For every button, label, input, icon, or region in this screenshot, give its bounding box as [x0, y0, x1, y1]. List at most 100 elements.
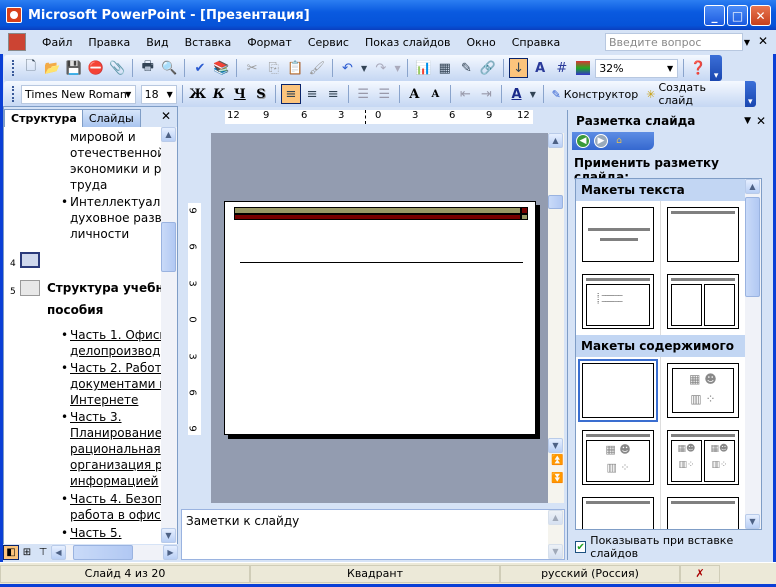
scroll-thumb[interactable]: [73, 544, 133, 560]
outline-link[interactable]: Интернете: [70, 392, 138, 408]
font-color-dropdown-icon[interactable]: ▼: [528, 84, 538, 104]
permission-icon[interactable]: ⛔: [86, 58, 106, 78]
document-close-icon[interactable]: ✕: [758, 34, 768, 48]
scroll-thumb[interactable]: [745, 197, 760, 297]
copy-icon[interactable]: ⎘: [264, 58, 284, 78]
align-left-icon[interactable]: ≡: [281, 84, 301, 104]
print-icon[interactable]: 🖶: [138, 58, 158, 78]
hyperlink-icon[interactable]: 🔗: [478, 58, 498, 78]
slide[interactable]: [224, 201, 536, 435]
outline-horizontal-scrollbar[interactable]: ◀ ▶: [51, 544, 178, 560]
notes-area[interactable]: Заметки к слайду ▲ ▼: [181, 509, 565, 560]
slide-icon[interactable]: [20, 280, 40, 296]
expand-all-icon[interactable]: ↓: [508, 58, 529, 78]
shadow-button[interactable]: S: [251, 84, 270, 104]
minimize-button[interactable]: _: [704, 5, 725, 26]
layout-title-content-3[interactable]: [667, 497, 739, 529]
new-slide-button[interactable]: ✳ Создать слайд: [643, 81, 742, 107]
outline-link[interactable]: Планирование,: [70, 425, 162, 441]
undo-dropdown-icon[interactable]: ▼: [359, 58, 369, 78]
spelling-status-icon[interactable]: ✗: [680, 564, 720, 583]
increase-font-icon[interactable]: A: [405, 84, 424, 104]
new-icon[interactable]: 🗋: [21, 58, 41, 78]
home-icon[interactable]: ⌂: [612, 134, 626, 148]
spelling-icon[interactable]: ✔: [190, 58, 210, 78]
scroll-down-icon[interactable]: ▼: [548, 544, 563, 559]
pane-close-icon[interactable]: ✕: [161, 109, 171, 123]
outline-text[interactable]: мировой и: [70, 129, 136, 145]
scroll-thumb[interactable]: [161, 222, 176, 272]
outline-link[interactable]: работа в офисе: [70, 507, 162, 523]
toolbar-options-icon[interactable]: ▾: [744, 81, 756, 107]
increase-indent-icon[interactable]: ⇥: [477, 84, 496, 104]
font-dropdown-icon[interactable]: ▼: [122, 86, 135, 103]
zoom-combo[interactable]: 32% ▼: [595, 58, 678, 78]
outline-text[interactable]: личности: [70, 226, 129, 242]
menu-file[interactable]: Файл: [34, 36, 80, 49]
scroll-up-icon[interactable]: ▲: [548, 133, 563, 148]
ask-dropdown-icon[interactable]: ▼: [741, 33, 753, 51]
tab-slides[interactable]: Слайды: [81, 109, 141, 127]
ask-question-input[interactable]: Введите вопрос: [605, 33, 743, 51]
menu-tools[interactable]: Сервис: [300, 36, 357, 49]
outline-link[interactable]: Часть 1. Офисн: [70, 327, 162, 343]
undo-icon[interactable]: ↶: [338, 58, 358, 78]
format-painter-icon[interactable]: 🖌: [307, 58, 327, 78]
font-color-icon[interactable]: A: [507, 84, 526, 104]
layout-title-only[interactable]: [667, 207, 739, 262]
help-icon[interactable]: ❓: [689, 58, 709, 78]
normal-view-icon[interactable]: ◧: [3, 544, 19, 560]
font-combo[interactable]: Times New Roman ▼: [20, 84, 136, 104]
bullets-icon[interactable]: ☰: [375, 84, 394, 104]
outline-text[interactable]: духовное разви: [70, 210, 162, 226]
forward-icon[interactable]: ▶: [594, 134, 608, 148]
layout-title-two-columns[interactable]: [667, 274, 739, 329]
scroll-up-icon[interactable]: ▲: [161, 127, 176, 142]
layout-title-content-2[interactable]: [582, 497, 654, 529]
cut-icon[interactable]: ✂: [242, 58, 262, 78]
toolbar-grip[interactable]: [12, 86, 15, 102]
back-icon[interactable]: ◀: [576, 134, 590, 148]
slide-title[interactable]: пособия: [47, 302, 103, 318]
layout-title-slide[interactable]: [582, 207, 654, 262]
scroll-down-icon[interactable]: ▼: [745, 514, 760, 529]
document-menu-icon[interactable]: [8, 33, 26, 51]
scroll-thumb[interactable]: [548, 195, 563, 209]
email-icon[interactable]: 📎: [107, 58, 127, 78]
layout-title-content[interactable]: ▦ ☻ ▥ ⁘: [582, 430, 654, 485]
decrease-indent-icon[interactable]: ⇤: [456, 84, 475, 104]
close-button[interactable]: ✕: [750, 5, 771, 26]
previous-slide-icon[interactable]: ⏫: [551, 455, 563, 466]
open-icon[interactable]: 📂: [43, 58, 63, 78]
layout-title-two-content[interactable]: ▦☻ ▥⁘ ▦☻ ▥⁘: [667, 430, 739, 485]
task-pane-menu-icon[interactable]: ▼: [744, 116, 751, 126]
notes-scrollbar[interactable]: ▲ ▼: [548, 510, 564, 559]
layout-scrollbar[interactable]: ▲ ▼: [745, 179, 761, 529]
color-grayscale-icon[interactable]: [574, 58, 594, 78]
research-icon[interactable]: 📚: [212, 58, 232, 78]
save-icon[interactable]: 💾: [64, 58, 84, 78]
decrease-font-icon[interactable]: A: [426, 84, 445, 104]
chart-icon[interactable]: 📊: [413, 58, 433, 78]
maximize-button[interactable]: □: [727, 5, 748, 26]
print-preview-icon[interactable]: 🔍: [160, 58, 180, 78]
slide-sorter-icon[interactable]: ⊞: [19, 545, 35, 560]
layout-title-text[interactable]: ⁝ ┈┈┈┈┈ ⁝ ┈┈┈┈┈: [582, 274, 654, 329]
outline-text[interactable]: Интеллектуальн: [70, 194, 162, 210]
slide-icon-selected[interactable]: [20, 252, 40, 268]
grid-icon[interactable]: #: [552, 58, 572, 78]
toolbar-grip[interactable]: [12, 60, 15, 76]
toolbar-options-icon[interactable]: ▾: [710, 55, 722, 81]
outline-link[interactable]: Часть 5.: [70, 525, 122, 541]
outline-link[interactable]: документами в: [70, 376, 162, 392]
scroll-up-icon[interactable]: ▲: [745, 179, 760, 194]
show-on-insert-checkbox[interactable]: ✔ Показывать при вставке слайдов: [575, 534, 771, 560]
font-size-dropdown-icon[interactable]: ▼: [163, 86, 176, 103]
menu-edit[interactable]: Правка: [80, 36, 138, 49]
designer-button[interactable]: ✎ Конструктор: [549, 88, 642, 101]
outline-text[interactable]: экономики и ры: [70, 161, 162, 177]
bold-button[interactable]: Ж: [188, 84, 207, 104]
outline-link[interactable]: Часть 3.: [70, 409, 122, 425]
table-icon[interactable]: ▦: [435, 58, 455, 78]
underline-button[interactable]: Ч: [230, 84, 249, 104]
